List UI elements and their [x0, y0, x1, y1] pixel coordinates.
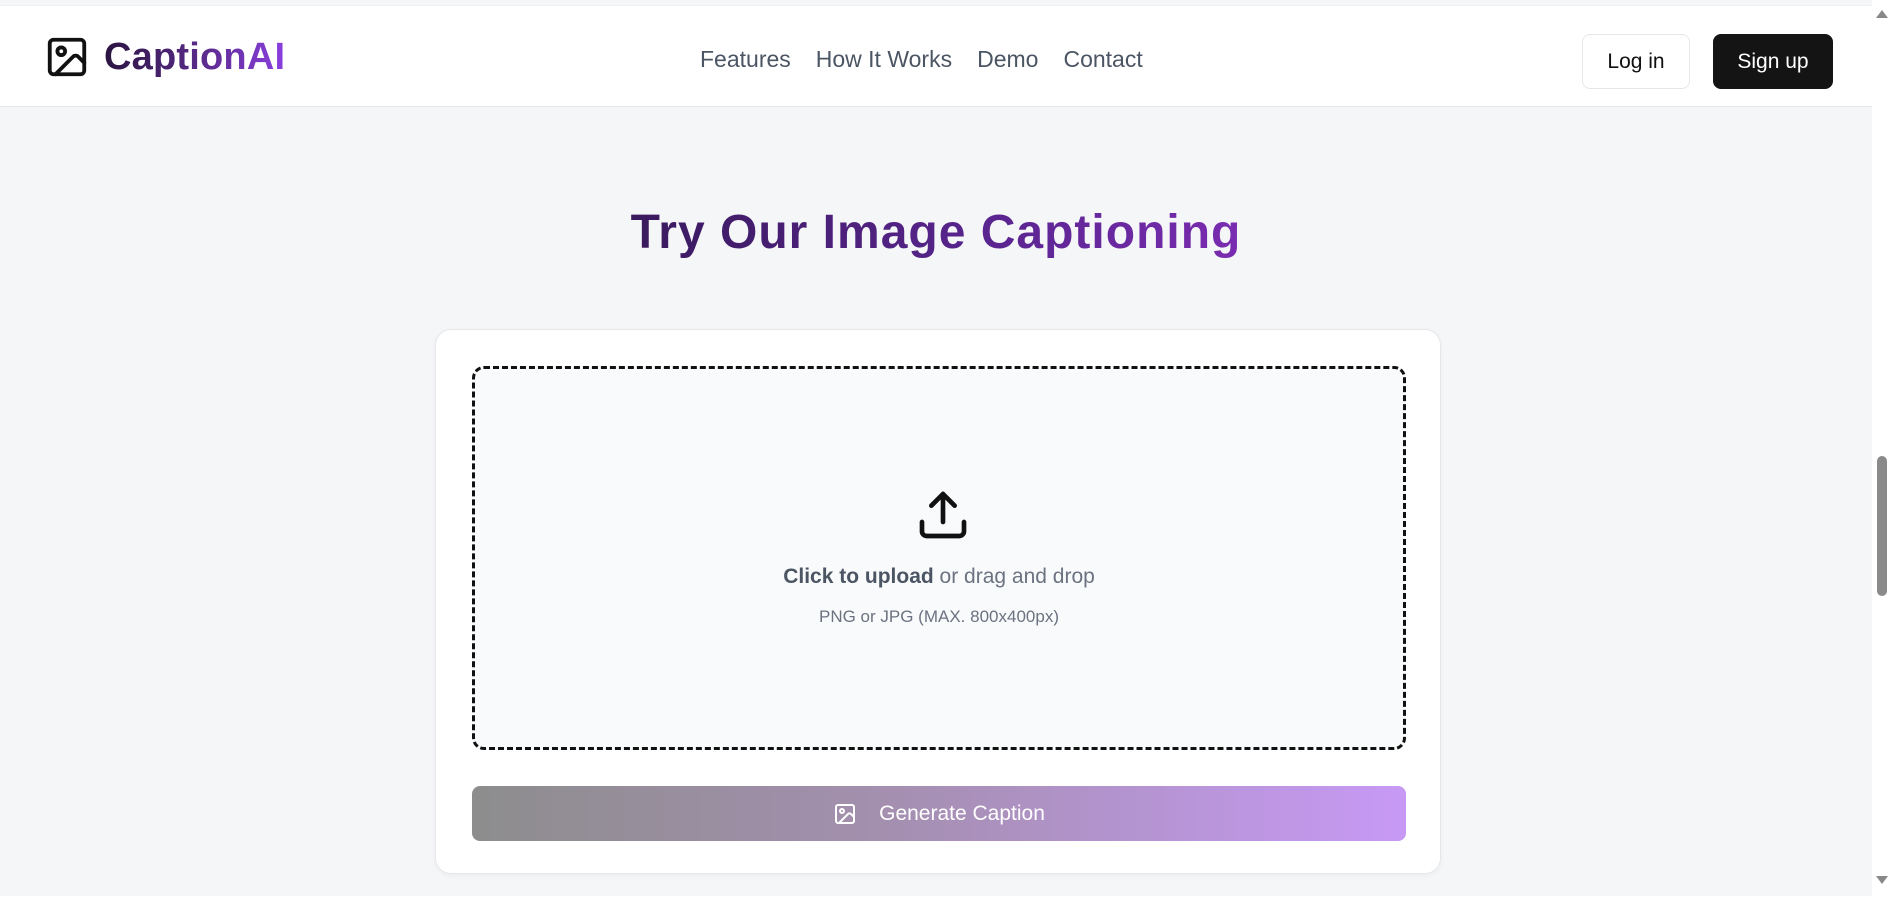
upload-dropzone[interactable]: Click to upload or drag and drop PNG or …	[472, 366, 1406, 750]
generate-caption-label: Generate Caption	[879, 801, 1045, 825]
scroll-up-arrow-icon[interactable]	[1876, 10, 1888, 18]
upload-instructions: Click to upload or drag and drop	[475, 565, 1403, 589]
brand-name-part2: AI	[246, 35, 286, 78]
nav-link-features[interactable]: Features	[700, 46, 791, 73]
upload-action-bold: Click to upload	[783, 565, 934, 588]
site-header: CaptionAI Features How It Works Demo Con…	[0, 5, 1872, 107]
brand-name-part1: Caption	[104, 35, 247, 78]
upload-card: Click to upload or drag and drop PNG or …	[435, 329, 1441, 874]
generate-caption-button[interactable]: Generate Caption	[472, 786, 1406, 841]
scroll-thumb[interactable]	[1877, 456, 1887, 596]
main-nav: Features How It Works Demo Contact	[700, 46, 1143, 73]
image-icon	[47, 37, 87, 77]
nav-link-demo[interactable]: Demo	[977, 46, 1038, 73]
nav-link-contact[interactable]: Contact	[1063, 46, 1142, 73]
scroll-down-arrow-icon[interactable]	[1876, 876, 1888, 884]
section-title-text: Try Our Image Captioning	[630, 206, 1242, 259]
login-button[interactable]: Log in	[1582, 34, 1690, 89]
upload-icon	[919, 491, 967, 539]
page: CaptionAI Features How It Works Demo Con…	[0, 0, 1872, 896]
image-icon	[835, 803, 856, 824]
signup-button[interactable]: Sign up	[1713, 34, 1833, 89]
brand-logo[interactable]: CaptionAI	[44, 34, 285, 80]
nav-link-how-it-works[interactable]: How It Works	[816, 46, 952, 73]
vertical-scrollbar[interactable]	[1872, 0, 1891, 902]
section-title: Try Our Image Captioning	[0, 205, 1872, 260]
upload-hint: PNG or JPG (MAX. 800x400px)	[819, 607, 1059, 626]
brand-name: CaptionAI	[104, 36, 285, 79]
upload-action-rest: or drag and drop	[933, 565, 1095, 588]
